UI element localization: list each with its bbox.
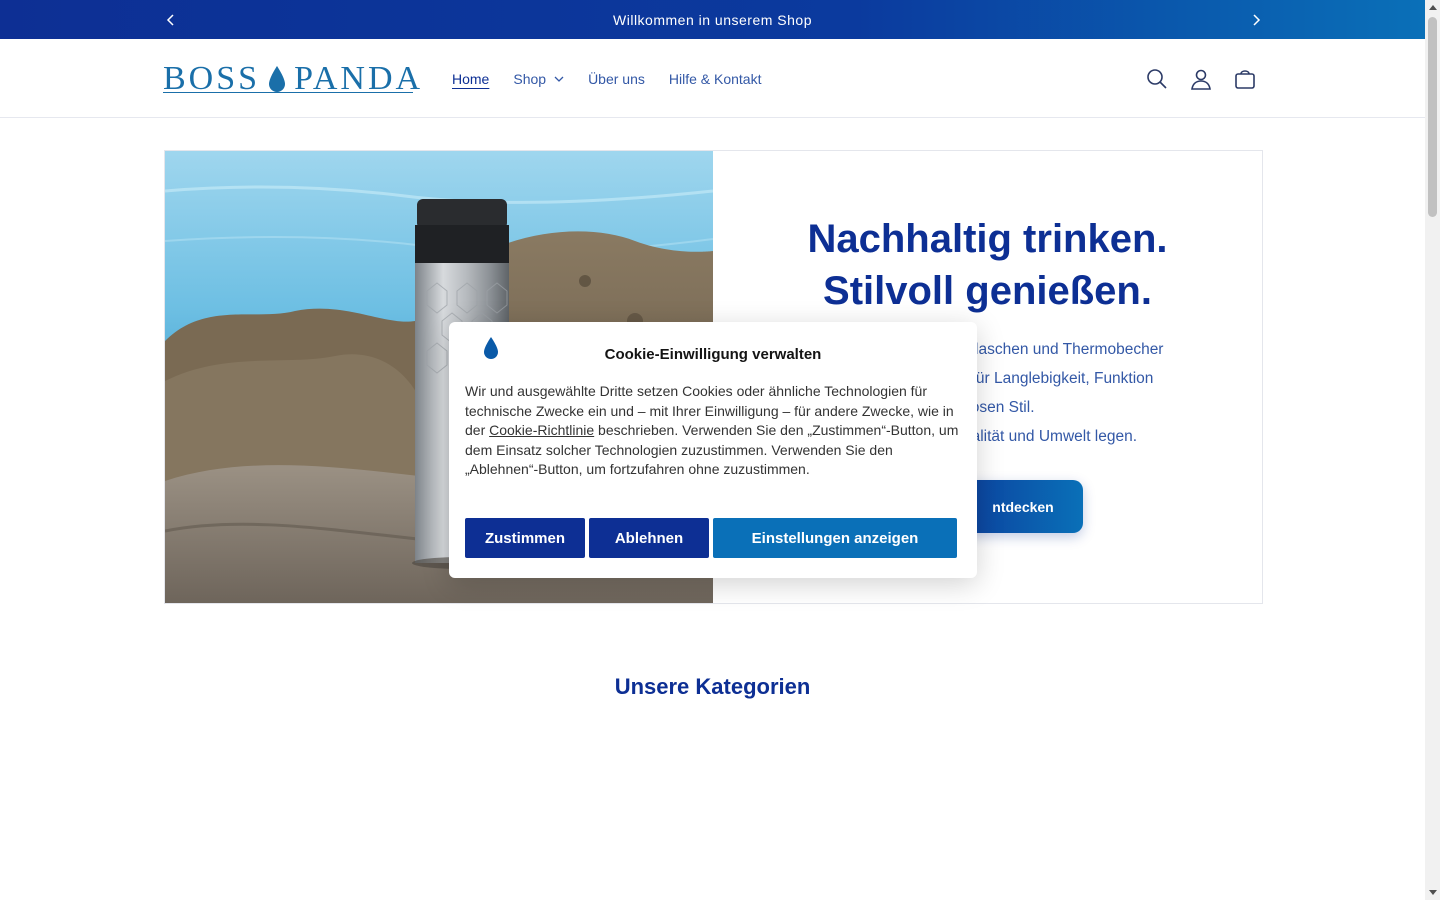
nav-shop[interactable]: Shop [513, 71, 564, 87]
cookie-body: Wir und ausgewählte Dritte setzen Cookie… [465, 382, 961, 480]
header-icons [1137, 59, 1265, 99]
hero-title-line2: Stilvoll genießen. [823, 269, 1152, 313]
search-icon [1147, 69, 1167, 89]
chevron-down-icon [554, 76, 564, 82]
cookie-policy-link[interactable]: Cookie-Richtlinie [489, 422, 594, 438]
logo-word-left: BOSS [163, 60, 261, 97]
nav-about[interactable]: Über uns [588, 71, 645, 87]
scroll-up-button[interactable] [1425, 0, 1440, 15]
logo-word-right: PANDA [294, 60, 424, 97]
cart-icon [1235, 70, 1255, 89]
triangle-down-icon [1428, 890, 1437, 895]
nav-shop-label: Shop [513, 70, 547, 87]
main-nav: Home Shop Über uns Hilfe & Kontakt [452, 39, 761, 118]
chevron-right-icon [1253, 13, 1261, 26]
logo-underline [163, 92, 413, 93]
announcement-bar: Willkommen in unserem Shop [0, 0, 1425, 39]
cookie-buttons: Zustimmen Ablehnen Einstellungen anzeige… [465, 518, 957, 558]
deny-button[interactable]: Ablehnen [589, 518, 709, 558]
cookie-consent-dialog: Cookie-Einwilligung verwalten Wir und au… [449, 322, 977, 578]
accept-button[interactable]: Zustimmen [465, 518, 585, 558]
search-button[interactable] [1137, 59, 1177, 99]
hero-title: Nachhaltig trinken. Stilvoll genießen. [713, 213, 1262, 317]
page-scrollbar[interactable] [1425, 0, 1440, 900]
triangle-up-icon [1428, 5, 1437, 10]
nav-home[interactable]: Home [452, 71, 489, 87]
water-drop-icon [268, 65, 286, 93]
scroll-thumb[interactable] [1428, 17, 1437, 217]
site-header: BOSS PANDA Home Shop Über uns Hilfe & Ko… [0, 39, 1425, 118]
show-settings-button[interactable]: Einstellungen anzeigen [713, 518, 957, 558]
cart-button[interactable] [1225, 59, 1265, 99]
cookie-title: Cookie-Einwilligung verwalten [604, 346, 822, 363]
hero-title-line1: Nachhaltig trinken. [807, 217, 1168, 261]
scroll-down-button[interactable] [1425, 885, 1440, 900]
categories-title: Unsere Kategorien [614, 674, 811, 699]
nav-help-contact[interactable]: Hilfe & Kontakt [669, 71, 762, 87]
account-button[interactable] [1181, 59, 1221, 99]
chevron-left-icon [166, 13, 174, 26]
account-icon [1191, 69, 1211, 90]
announcement-next-button[interactable] [1241, 0, 1271, 39]
announcement-prev-button[interactable] [156, 0, 186, 39]
announcement-text: Willkommen in unserem Shop [613, 11, 812, 28]
